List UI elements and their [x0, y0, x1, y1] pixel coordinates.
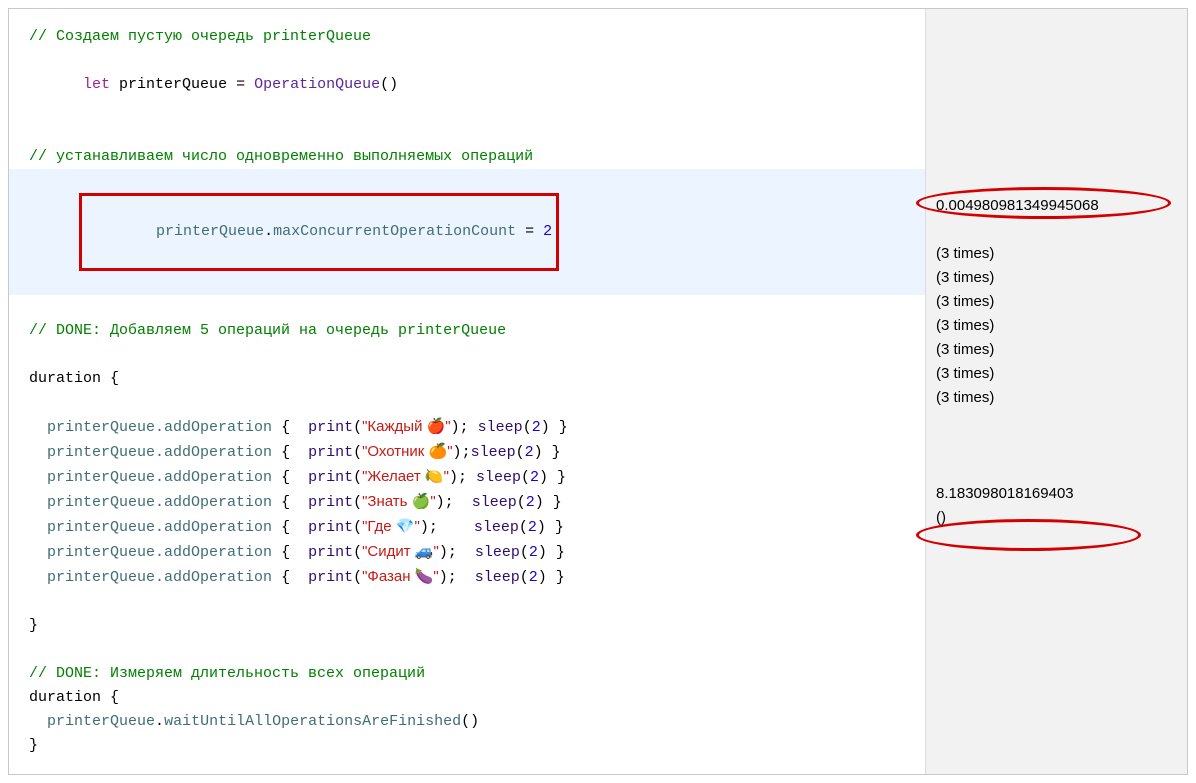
code-line-comment: // устанавливаем число одновременно выпо… — [29, 145, 909, 169]
result-times[interactable]: (3 times) — [936, 338, 1177, 362]
code-line-comment: // DONE: Добавляем 5 операций на очередь… — [29, 319, 909, 343]
result-value[interactable]: 0.004980981349945068 — [936, 194, 1177, 218]
type-ctor: OperationQueue — [254, 76, 380, 93]
string-literal: "Где 💎" — [362, 518, 420, 535]
dot: . — [264, 223, 273, 240]
result-value[interactable]: 8.183098018169403 — [936, 482, 1177, 506]
string-literal: "Желает 🍋" — [362, 468, 449, 485]
num-literal: 2 — [543, 223, 552, 240]
code-line: printerQueue.waitUntilAllOperationsAreFi… — [29, 710, 909, 734]
string-literal: "Знать 🍏" — [362, 493, 436, 510]
result-times[interactable]: (3 times) — [936, 362, 1177, 386]
eq-op: = — [516, 223, 543, 240]
code-line: printerQueue.addOperation { print("Сидит… — [29, 540, 909, 565]
string-literal: "Фазан 🍆" — [362, 568, 439, 585]
result-times[interactable]: (3 times) — [936, 266, 1177, 290]
code-line: printerQueue.addOperation { print("Охотн… — [29, 440, 909, 465]
code-line: printerQueue.addOperation { print("Кажды… — [29, 415, 909, 440]
var-name: printerQueue — [119, 76, 227, 93]
code-line-comment: // DONE: Измеряем длительность всех опер… — [29, 662, 909, 686]
results-sidebar[interactable]: 0.004980981349945068 (3 times) (3 times)… — [925, 9, 1187, 774]
assign-op: = — [227, 76, 254, 93]
code-line: } — [29, 614, 909, 638]
result-times[interactable]: (3 times) — [936, 242, 1177, 266]
code-line: printerQueue.addOperation { print("Где 💎… — [29, 515, 909, 540]
string-literal: "Охотник 🍊" — [362, 443, 452, 460]
string-literal: "Каждый 🍎" — [362, 418, 451, 435]
obj-ref: printerQueue — [156, 223, 264, 240]
code-line: let printerQueue = OperationQueue() — [29, 49, 909, 121]
code-line: duration { — [29, 686, 909, 710]
result-unit[interactable]: () — [936, 506, 1177, 530]
keyword-let: let — [83, 76, 110, 93]
highlighted-line: printerQueue.maxConcurrentOperationCount… — [9, 169, 925, 295]
playground-container: // Создаем пустую очередь printerQueue l… — [8, 8, 1188, 775]
property: maxConcurrentOperationCount — [273, 223, 516, 240]
result-times[interactable]: (3 times) — [936, 386, 1177, 410]
code-line: duration { — [29, 367, 909, 391]
red-highlight-box: printerQueue.maxConcurrentOperationCount… — [79, 193, 559, 271]
code-editor[interactable]: // Создаем пустую очередь printerQueue l… — [9, 9, 925, 774]
string-literal: "Сидит 🚙" — [362, 543, 439, 560]
code-line: printerQueue.addOperation { print("Знать… — [29, 490, 909, 515]
code-line: } — [29, 734, 909, 758]
code-line: printerQueue.addOperation { print("Желае… — [29, 465, 909, 490]
parens: () — [380, 76, 398, 93]
method-call: waitUntilAllOperationsAreFinished — [164, 713, 461, 730]
code-line: printerQueue.addOperation { print("Фазан… — [29, 565, 909, 590]
result-times[interactable]: (3 times) — [936, 290, 1177, 314]
result-times[interactable]: (3 times) — [936, 314, 1177, 338]
code-line-comment: // Создаем пустую очередь printerQueue — [29, 25, 909, 49]
